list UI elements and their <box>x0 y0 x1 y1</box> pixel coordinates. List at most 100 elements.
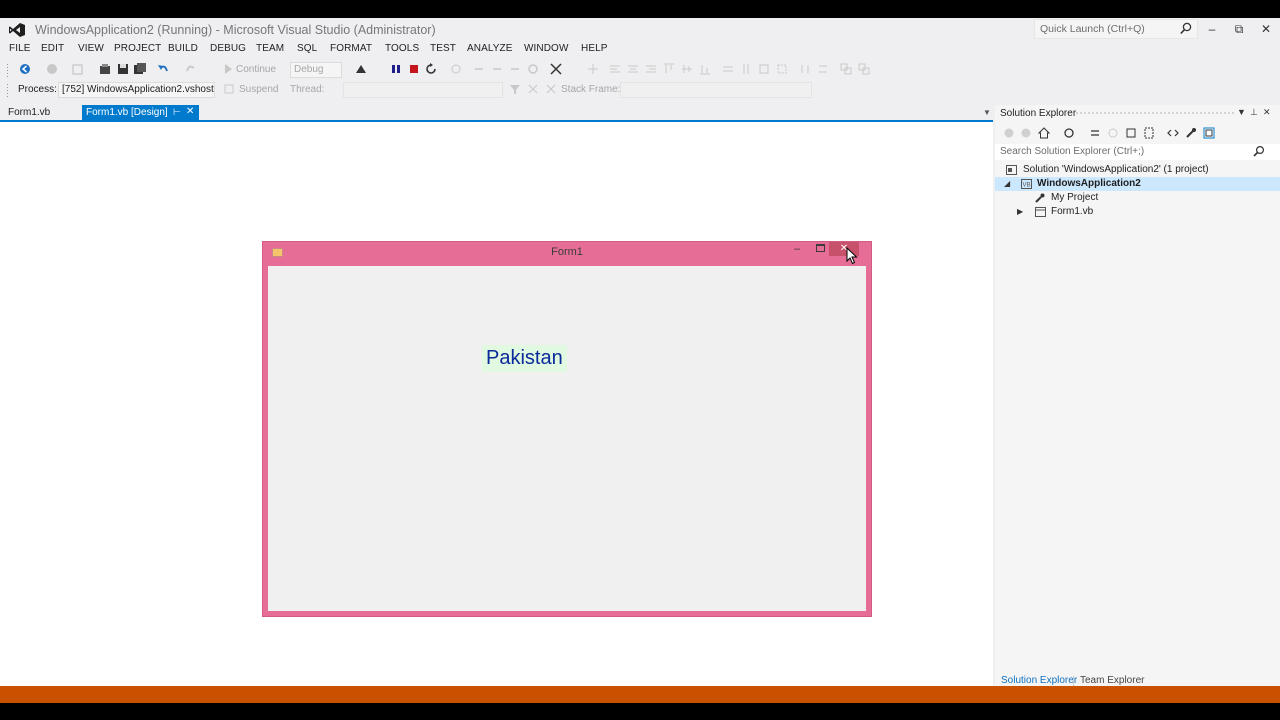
solution-explorer-header: Solution Explorer ▼ ⊥ ✕ <box>995 105 1280 123</box>
refresh-icon[interactable] <box>527 63 539 75</box>
show-all-files-icon[interactable] <box>1143 127 1155 139</box>
tree-item-solution[interactable]: Solution 'WindowsApplication2' (1 projec… <box>995 163 1280 177</box>
sync-icon[interactable] <box>1089 127 1101 139</box>
step-out-icon[interactable] <box>509 63 521 75</box>
menu-test[interactable]: TEST <box>430 43 456 54</box>
forward-icon[interactable] <box>1020 127 1032 139</box>
configuration-select[interactable]: Debug <box>290 62 342 78</box>
redo-icon[interactable] <box>185 63 197 75</box>
menu-file[interactable]: FILE <box>9 43 31 54</box>
process-select[interactable]: [752] WindowsApplication2.vshost <box>58 82 215 98</box>
home-icon[interactable] <box>1038 127 1050 139</box>
view-code-icon[interactable] <box>1167 127 1179 139</box>
back-icon[interactable] <box>1003 127 1015 139</box>
continue-button[interactable]: Continue <box>236 64 276 75</box>
close-window-button[interactable]: ✕ <box>1256 20 1276 38</box>
close-panel-icon[interactable]: ✕ <box>1263 107 1271 118</box>
tree-item-form1[interactable]: ▶ Form1.vb <box>995 205 1280 219</box>
menu-format[interactable]: FORMAT <box>330 43 372 54</box>
align-bottom-icon[interactable] <box>699 63 711 75</box>
stop-debugging-icon[interactable] <box>408 63 420 75</box>
continue-icon[interactable] <box>222 63 234 75</box>
attach-process-icon[interactable] <box>355 63 367 75</box>
tree-item-my-project[interactable]: My Project <box>995 191 1280 205</box>
toolbar-grip[interactable] <box>6 63 10 77</box>
show-flagged-icon[interactable] <box>545 83 557 95</box>
suspend-icon[interactable] <box>223 83 235 95</box>
menu-view[interactable]: VIEW <box>78 43 104 54</box>
form-minimize-button[interactable]: – <box>794 243 800 255</box>
form-maximize-button[interactable] <box>816 244 825 252</box>
menu-sql[interactable]: SQL <box>297 43 317 54</box>
tree-item-label: Solution 'WindowsApplication2' (1 projec… <box>1023 164 1209 175</box>
align-icon[interactable] <box>587 63 599 75</box>
collapse-arrow-icon[interactable]: ◢ <box>1004 179 1010 188</box>
properties-icon[interactable] <box>1185 127 1197 139</box>
view-designer-icon[interactable] <box>1203 127 1215 139</box>
send-to-back-icon[interactable] <box>858 63 870 75</box>
menu-project[interactable]: PROJECT <box>114 43 161 54</box>
back-icon[interactable] <box>19 63 31 75</box>
align-top-icon[interactable] <box>663 63 675 75</box>
restore-window-button[interactable]: ⧉ <box>1229 20 1249 38</box>
menu-help[interactable]: HELP <box>581 43 608 54</box>
minimize-window-button[interactable]: – <box>1202 20 1222 38</box>
menu-tools[interactable]: TOOLS <box>385 43 419 54</box>
new-project-icon[interactable] <box>72 63 84 75</box>
tab-form1-design[interactable]: Form1.vb [Design] ⊢ ✕ <box>82 105 199 121</box>
break-all-icon[interactable] <box>390 63 402 75</box>
flag-thread-icon[interactable] <box>527 83 539 95</box>
toolbar-grip[interactable] <box>6 83 10 97</box>
step-into-icon[interactable] <box>473 63 485 75</box>
tab-form1-vb[interactable]: Form1.vb <box>0 105 80 121</box>
panel-options-icon[interactable]: ▼ <box>1237 107 1246 117</box>
make-same-height-icon[interactable] <box>740 63 752 75</box>
align-middle-icon[interactable] <box>681 63 693 75</box>
forward-icon[interactable] <box>46 63 58 75</box>
menu-bar: FILE EDIT VIEW PROJECT BUILD DEBUG TEAM … <box>0 42 1000 60</box>
filter-icon[interactable] <box>509 83 521 95</box>
save-icon[interactable] <box>117 63 129 75</box>
expand-arrow-icon[interactable]: ▶ <box>1017 207 1023 216</box>
horizontal-spacing-icon[interactable] <box>799 63 811 75</box>
vertical-spacing-icon[interactable] <box>817 63 829 75</box>
solution-explorer-toolbar <box>995 123 1280 143</box>
refresh-icon[interactable] <box>1107 127 1119 139</box>
align-left-icon[interactable] <box>609 63 621 75</box>
pin-tab-icon[interactable]: ⊢ <box>173 107 181 118</box>
save-all-icon[interactable] <box>134 63 146 75</box>
menu-window[interactable]: WINDOW <box>524 43 568 54</box>
thread-select[interactable] <box>343 82 503 98</box>
show-next-statement-icon[interactable] <box>450 63 462 75</box>
restart-icon[interactable] <box>425 63 437 75</box>
panel-grip[interactable] <box>1075 111 1235 116</box>
quick-launch-input[interactable]: Quick Launch (Ctrl+Q) <box>1034 19 1198 39</box>
menu-team[interactable]: TEAM <box>256 43 284 54</box>
close-tab-icon[interactable]: ✕ <box>186 106 194 117</box>
menu-build[interactable]: BUILD <box>168 43 198 54</box>
bring-to-front-icon[interactable] <box>840 63 852 75</box>
suspend-button[interactable]: Suspend <box>239 84 278 95</box>
align-right-icon[interactable] <box>645 63 657 75</box>
auto-hide-pin-icon[interactable]: ⊥ <box>1250 107 1258 118</box>
make-same-size-icon[interactable] <box>758 63 770 75</box>
tree-item-project[interactable]: ◢ VB WindowsApplication2 <box>995 177 1280 191</box>
make-same-width-icon[interactable] <box>722 63 734 75</box>
pending-changes-icon[interactable] <box>1063 127 1075 139</box>
menu-debug[interactable]: DEBUG <box>210 43 246 54</box>
tab-solution-explorer[interactable]: Solution Explorer <box>1001 675 1077 686</box>
open-file-icon[interactable] <box>99 63 111 75</box>
align-center-icon[interactable] <box>627 63 639 75</box>
tab-dropdown-icon[interactable]: ▼ <box>983 108 991 117</box>
solution-search-input[interactable]: Search Solution Explorer (Ctrl+;) <box>995 144 1280 160</box>
stack-frame-select[interactable] <box>620 82 812 98</box>
size-to-grid-icon[interactable] <box>776 63 788 75</box>
step-over-icon[interactable] <box>491 63 503 75</box>
menu-analyze[interactable]: ANALYZE <box>467 43 513 54</box>
hex-display-icon[interactable] <box>550 63 562 75</box>
tab-team-explorer[interactable]: Team Explorer <box>1080 675 1144 686</box>
menu-edit[interactable]: EDIT <box>41 43 64 54</box>
undo-icon[interactable] <box>157 63 169 75</box>
collapse-all-icon[interactable] <box>1125 127 1137 139</box>
form1-window[interactable]: Form1 – ✕ Pakistan <box>262 241 872 617</box>
